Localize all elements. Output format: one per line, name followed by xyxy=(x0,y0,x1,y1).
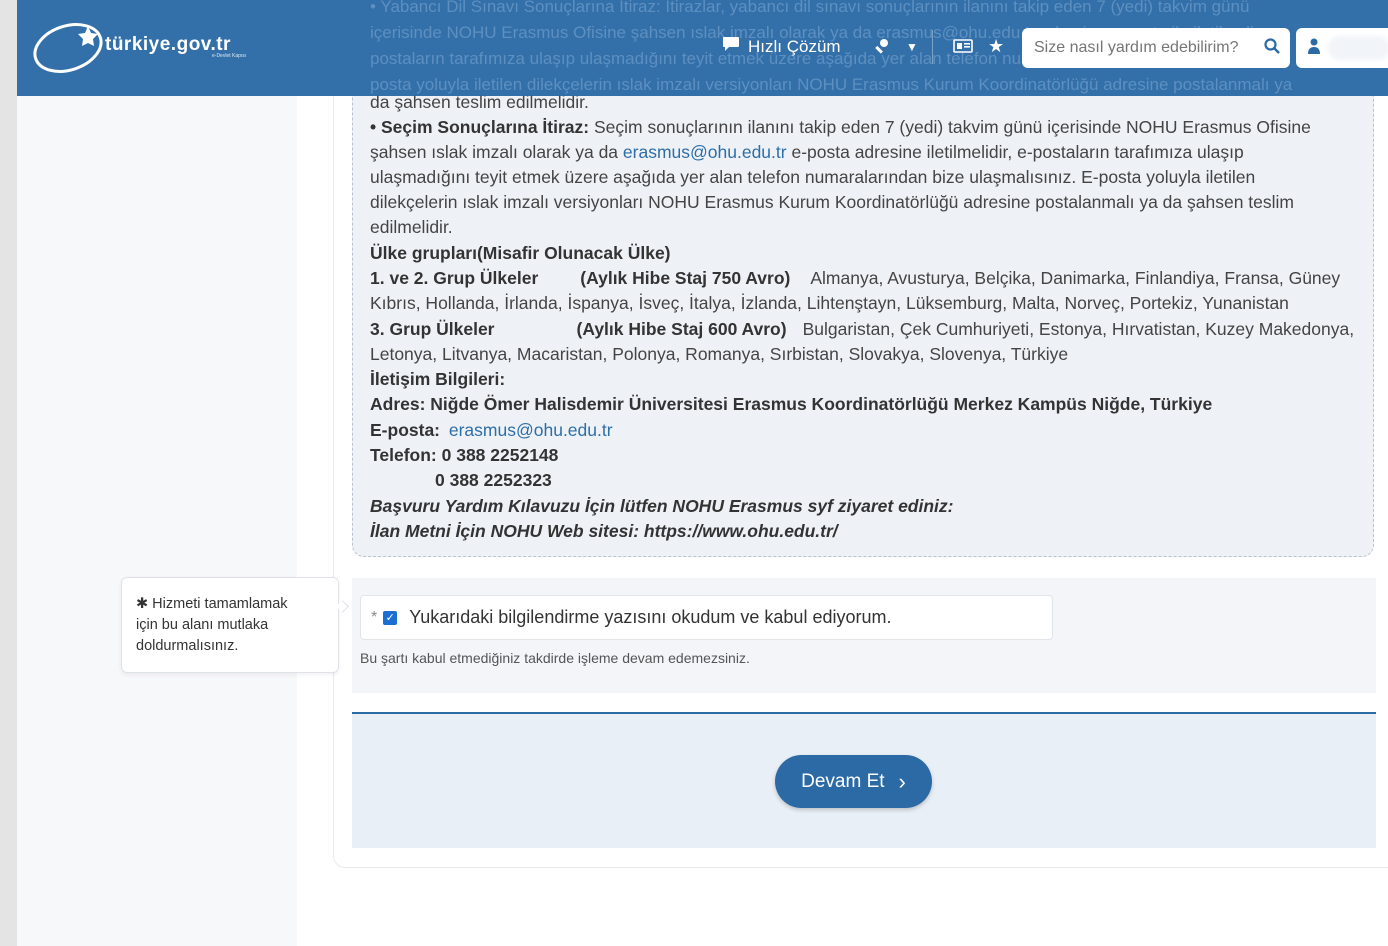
itiraz-line-5: edilmelidir. xyxy=(370,217,453,237)
group3-name: 3. Grup Ülkeler xyxy=(370,319,495,339)
web-link[interactable]: https://www.ohu.edu.tr/ xyxy=(644,521,838,541)
contact-title: İletişim Bilgileri: xyxy=(370,367,505,392)
group1-name: 1. ve 2. Grup Ülkeler xyxy=(370,268,539,288)
quick-solution-button[interactable]: Hızlı Çözüm xyxy=(722,36,841,57)
itiraz-text: Seçim sonuçlarının ilanını takip eden 7 … xyxy=(589,117,1311,137)
itiraz-title: • Seçim Sonuçlarına İtiraz: xyxy=(370,117,590,137)
groups-title-text: Ülke grupları(Misafir Olunacak Ülke) xyxy=(370,243,671,263)
agreement-row[interactable]: * ✓ Yukarıdaki bilgilendirme yazısını ok… xyxy=(360,595,1053,640)
phone2-text: 0 388 2252323 xyxy=(435,470,552,490)
phone-row-2: 0 388 2252323 xyxy=(435,468,552,493)
group3-line-2: Letonya, Litvanya, Macaristan, Polonya, … xyxy=(370,344,1069,364)
caret-down-icon[interactable]: ▼ xyxy=(906,40,918,54)
quick-solution-label: Hızlı Çözüm xyxy=(748,36,841,56)
group3-countries: Bulgaristan, Çek Cumhuriyeti, Estonya, H… xyxy=(802,319,1355,339)
required-mark: * xyxy=(371,608,378,626)
groups-title: Ülke grupları(Misafir Olunacak Ülke) xyxy=(370,241,671,266)
group1-line-2: Kıbrıs, Hollanda, İrlanda, İspanya, İsve… xyxy=(370,293,1289,313)
left-gutter xyxy=(0,0,17,946)
user-name-redacted xyxy=(1328,36,1388,60)
contact-title-text: İletişim Bilgileri: xyxy=(370,369,506,389)
ghost-line: posta yoluyla iletilen dilekçelerin ısla… xyxy=(370,75,1293,94)
ghost-line: • Yabancı Dil Sınavı Sonuçlarına İtiraz:… xyxy=(370,0,1250,16)
user-menu[interactable] xyxy=(1296,28,1388,68)
email-link-2[interactable]: erasmus@ohu.edu.tr xyxy=(449,420,613,440)
chevron-right-icon: › xyxy=(898,768,906,794)
tooltip-line: ✱ Hizmeti tamamlamak xyxy=(136,596,288,612)
guide-row: Başvuru Yardım Kılavuzu İçin lütfen NOHU… xyxy=(370,494,954,519)
star-icon[interactable]: ★ xyxy=(988,36,1004,57)
key-icon[interactable] xyxy=(874,38,890,59)
phone-row: Telefon: 0 388 2252148 xyxy=(370,443,558,468)
search-icon[interactable] xyxy=(1264,37,1280,59)
email-row: E-posta: erasmus@ohu.edu.tr xyxy=(370,418,613,443)
chat-icon xyxy=(722,36,740,57)
guide-text: Başvuru Yardım Kılavuzu İçin lütfen NOHU… xyxy=(370,496,954,516)
group3-line-1: 3. Grup Ülkeler (Aylık Hibe Staj 600 Avro… xyxy=(370,317,1354,342)
required-tooltip: ✱ Hizmeti tamamlamak için bu alanı mutla… xyxy=(121,577,339,673)
web-row: İlan Metni İçin NOHU Web sitesi: https:/… xyxy=(370,519,838,544)
itiraz-line-3: ulaşmadığını teyit etmek üzere aşağıda y… xyxy=(370,167,1256,187)
left-column xyxy=(17,0,297,946)
itiraz-line-2: şahsen ıslak imzalı olarak ya da erasmus… xyxy=(370,140,1244,165)
itiraz-text: şahsen ıslak imzalı olarak ya da xyxy=(370,142,623,162)
group1-line-1: 1. ve 2. Grup Ülkeler (Aylık Hibe Staj 75… xyxy=(370,266,1340,291)
address: Adres: Niğde Ömer Halisdemir Üniversites… xyxy=(370,392,1212,417)
search-box[interactable] xyxy=(1022,28,1290,68)
logo-subtext: e-Devlet Kapısı xyxy=(212,53,247,59)
continue-button[interactable]: Devam Et › xyxy=(775,755,932,808)
group1-grant: (Aylık Hibe Staj 750 Avro) xyxy=(580,268,791,288)
tooltip-line: doldurmalısınız. xyxy=(136,638,239,654)
search-input[interactable] xyxy=(1032,38,1260,58)
itiraz-text: e-posta adresine iletilmelidir, e-postal… xyxy=(786,142,1244,162)
continue-label: Devam Et xyxy=(801,770,885,792)
header-separator xyxy=(932,30,933,64)
tooltip-line: için bu alanı mutlaka xyxy=(136,617,269,633)
group3-grant: (Aylık Hibe Staj 600 Avro) xyxy=(576,319,787,339)
web-label: İlan Metni İçin NOHU Web sitesi: xyxy=(370,521,644,541)
email-link[interactable]: erasmus@ohu.edu.tr xyxy=(623,142,787,162)
itiraz-line-4: dilekçelerin ıslak imzalı versiyonları N… xyxy=(370,192,1295,212)
itiraz-line-1: • Seçim Sonuçlarına İtiraz: Seçim sonuçl… xyxy=(370,115,1311,140)
address-text: Adres: Niğde Ömer Halisdemir Üniversites… xyxy=(370,394,1213,414)
agreement-checkbox[interactable]: ✓ xyxy=(383,610,398,625)
group1-countries: Almanya, Avusturya, Belçika, Danimarka, … xyxy=(810,268,1341,288)
user-icon xyxy=(1308,38,1320,59)
id-card-icon[interactable] xyxy=(953,38,973,59)
email-label: E-posta: xyxy=(370,420,440,440)
agreement-warning: Bu şartı kabul etmediğiniz takdirde işle… xyxy=(360,650,750,666)
phone-text: Telefon: 0 388 2252148 xyxy=(370,445,559,465)
agreement-label[interactable]: Yukarıdaki bilgilendirme yazısını okudum… xyxy=(409,607,891,628)
